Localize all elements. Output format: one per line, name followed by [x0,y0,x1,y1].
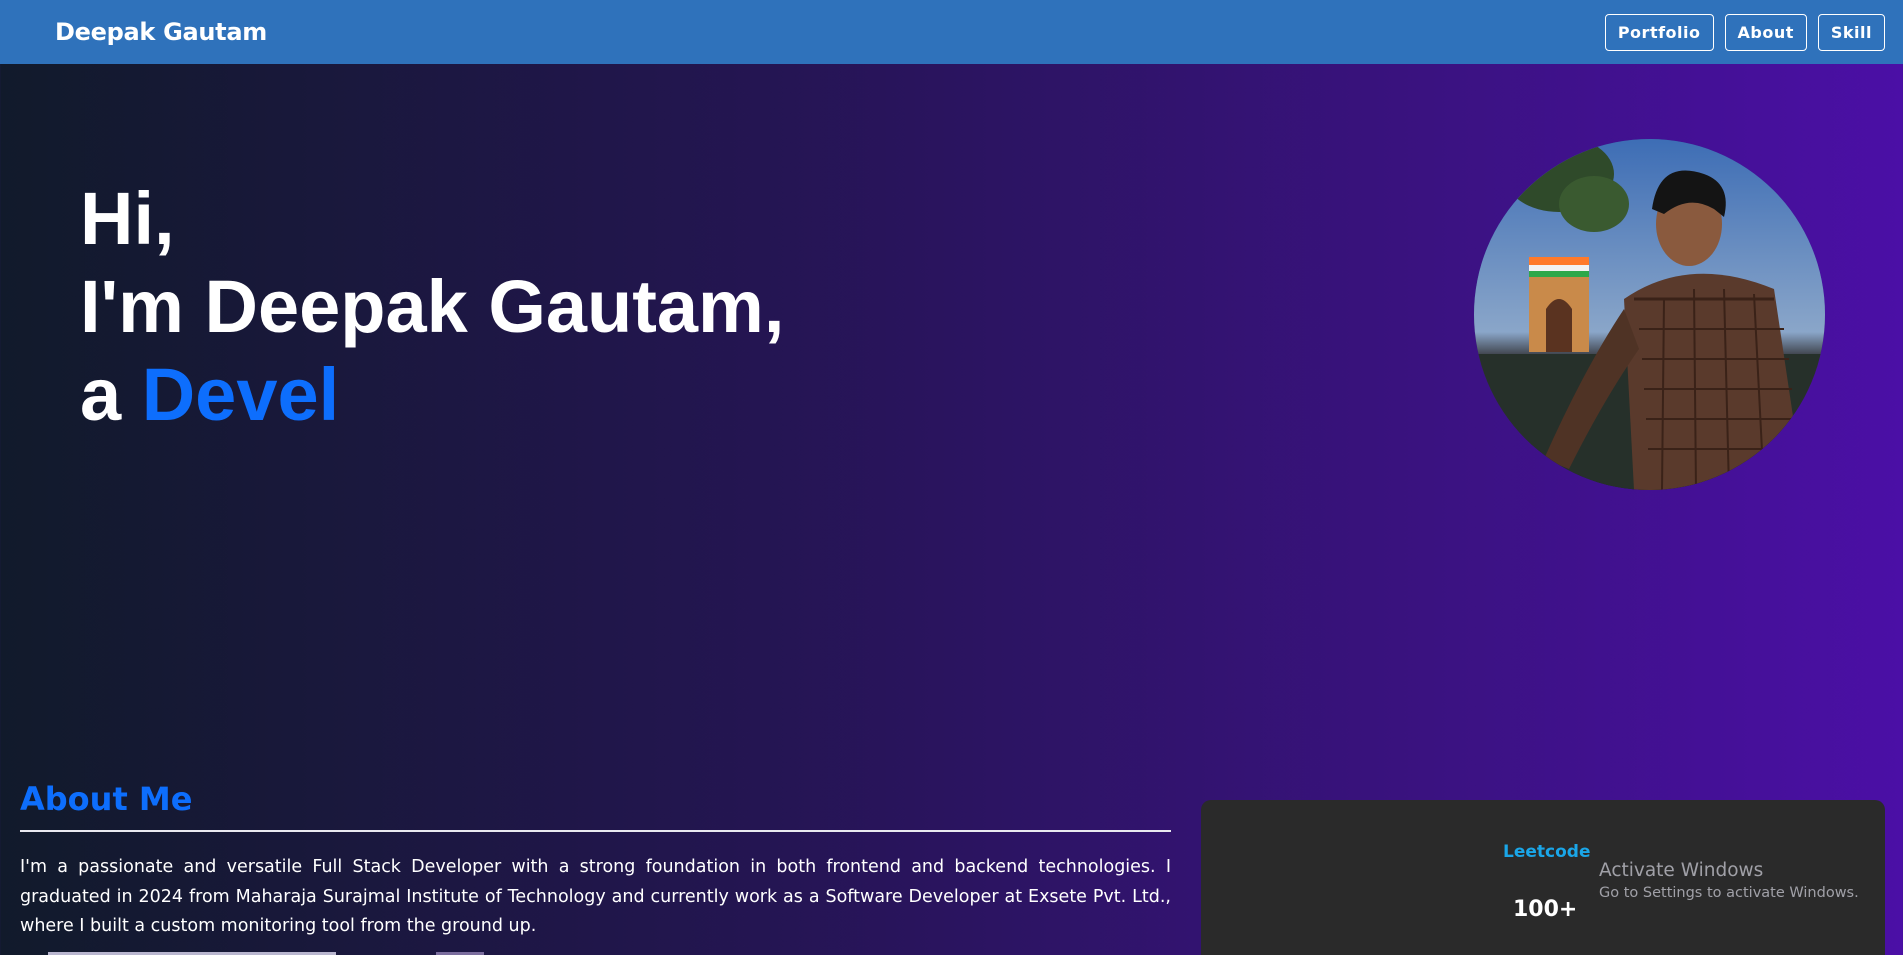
hero-role-prefix: a [80,353,122,436]
about-button[interactable]: About [1724,13,1807,51]
watermark-subtitle: Go to Settings to activate Windows. [1599,885,1859,901]
hero-line-hi: Hi, [80,177,175,260]
about-divider [20,830,1171,832]
leetcode-count: 100+ [1513,897,1578,922]
profile-photo [1474,139,1825,490]
hero-line-name: I'm Deepak Gautam, [80,265,785,348]
watermark-title: Activate Windows [1599,860,1764,881]
navbar: Deepak Gautam Portfolio About Skill [0,0,1903,64]
hero-line-role: a Devel [80,351,784,439]
windows-activation-watermark: Activate Windows Go to Settings to activ… [1599,859,1859,903]
hero-role-typed: Devel [141,353,340,436]
brand-name[interactable]: Deepak Gautam [55,18,267,46]
about-text: I'm a passionate and versatile Full Stac… [20,857,1171,936]
leetcode-label[interactable]: Leetcode [1503,842,1590,862]
about-title: About Me [20,780,193,818]
hero-greeting: Hi, I'm Deepak Gautam, a Devel [80,175,784,439]
nav-buttons: Portfolio About Skill [1604,13,1885,51]
skill-button[interactable]: Skill [1817,13,1885,51]
portfolio-button[interactable]: Portfolio [1604,13,1714,51]
